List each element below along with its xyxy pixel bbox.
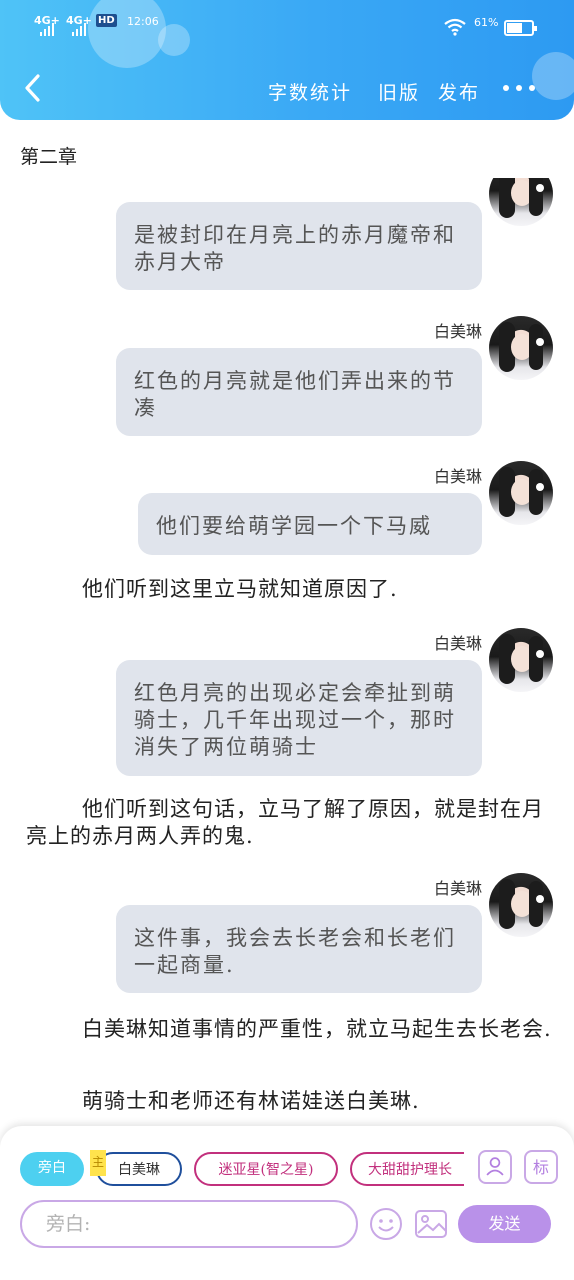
narration-text[interactable]: 他们听到这里立马就知道原因了. bbox=[26, 576, 552, 603]
speech-bubble[interactable]: 红色的月亮就是他们弄出来的节凑 bbox=[116, 348, 482, 436]
emoji-icon[interactable] bbox=[368, 1206, 404, 1242]
status-bar: 4G+ 4G+ HD 12:06 61% bbox=[0, 8, 574, 36]
signal-bars-icon bbox=[72, 22, 86, 36]
send-button[interactable]: 发送 bbox=[458, 1205, 551, 1243]
role-tag-bai-meilin[interactable]: 白美琳 bbox=[96, 1152, 182, 1186]
avatar[interactable] bbox=[489, 873, 553, 937]
clock: 12:06 bbox=[127, 15, 159, 28]
speech-bubble[interactable]: 这件事，我会去长老会和长老们一起商量. bbox=[116, 905, 482, 993]
battery-percent: 61% bbox=[474, 16, 499, 29]
speaker-name: 白美琳 bbox=[433, 634, 482, 653]
speaker-name: 白美琳 bbox=[433, 467, 482, 486]
role-tag-list[interactable]: 旁白 白美琳 迷亚星(智之星) 大甜甜护理长 bbox=[20, 1152, 464, 1188]
narration-text[interactable]: 白美琳知道事情的严重性，就立马起生去长老会. bbox=[26, 1016, 552, 1043]
top-bar: 4G+ 4G+ HD 12:06 61% 字数统计 旧版 发布 bbox=[0, 0, 574, 120]
role-tag-narrator[interactable]: 旁白 bbox=[20, 1152, 84, 1186]
speaker-name: 白美琳 bbox=[433, 879, 482, 898]
chapter-title: 第二章 bbox=[20, 146, 78, 168]
image-icon[interactable] bbox=[413, 1206, 449, 1242]
avatar[interactable] bbox=[489, 316, 553, 380]
old-version-button[interactable]: 旧版 bbox=[378, 78, 420, 105]
narration-text[interactable]: 他们听到这句话，立马了解了原因，就是封在月亮上的赤月两人弄的鬼. bbox=[26, 796, 552, 850]
speaker-name: 白美琳 bbox=[433, 322, 482, 341]
decor-bubble bbox=[532, 52, 574, 100]
message-input[interactable] bbox=[20, 1200, 358, 1248]
hd-badge: HD bbox=[96, 14, 117, 27]
role-tag-head-nurse[interactable]: 大甜甜护理长 bbox=[350, 1152, 464, 1186]
role-tag-miya-star[interactable]: 迷亚星(智之星) bbox=[194, 1152, 338, 1186]
battery-fill bbox=[507, 23, 522, 33]
avatar[interactable] bbox=[489, 178, 553, 226]
speech-bubble[interactable]: 红色月亮的出现必定会牵扯到萌骑士，几千年出现过一个，那时消失了两位萌骑士 bbox=[116, 660, 482, 776]
main-role-marker: 主 bbox=[90, 1150, 106, 1176]
narration-text[interactable]: 萌骑士和老师还有林诺娃送白美琳. bbox=[26, 1088, 552, 1115]
character-icon[interactable] bbox=[478, 1150, 512, 1184]
more-dots-icon[interactable] bbox=[503, 80, 537, 96]
signal-bars-icon bbox=[40, 22, 54, 36]
story-content[interactable]: 是被封印在月亮上的赤月魔帝和赤月大帝 白美琳 红色的月亮就是他们弄出来的节凑 白… bbox=[0, 178, 574, 1116]
tag-icon[interactable]: 标 bbox=[524, 1150, 558, 1184]
speech-bubble[interactable]: 是被封印在月亮上的赤月魔帝和赤月大帝 bbox=[116, 202, 482, 290]
avatar[interactable] bbox=[489, 461, 553, 525]
svg-text:标: 标 bbox=[533, 1158, 549, 1177]
battery-icon bbox=[504, 20, 537, 36]
word-count-button[interactable]: 字数统计 bbox=[268, 78, 352, 105]
publish-button[interactable]: 发布 bbox=[438, 78, 480, 105]
wifi-icon bbox=[444, 18, 466, 36]
back-chevron-icon[interactable] bbox=[18, 70, 48, 106]
speech-bubble[interactable]: 他们要给萌学园一个下马威 bbox=[138, 493, 482, 555]
avatar[interactable] bbox=[489, 628, 553, 692]
